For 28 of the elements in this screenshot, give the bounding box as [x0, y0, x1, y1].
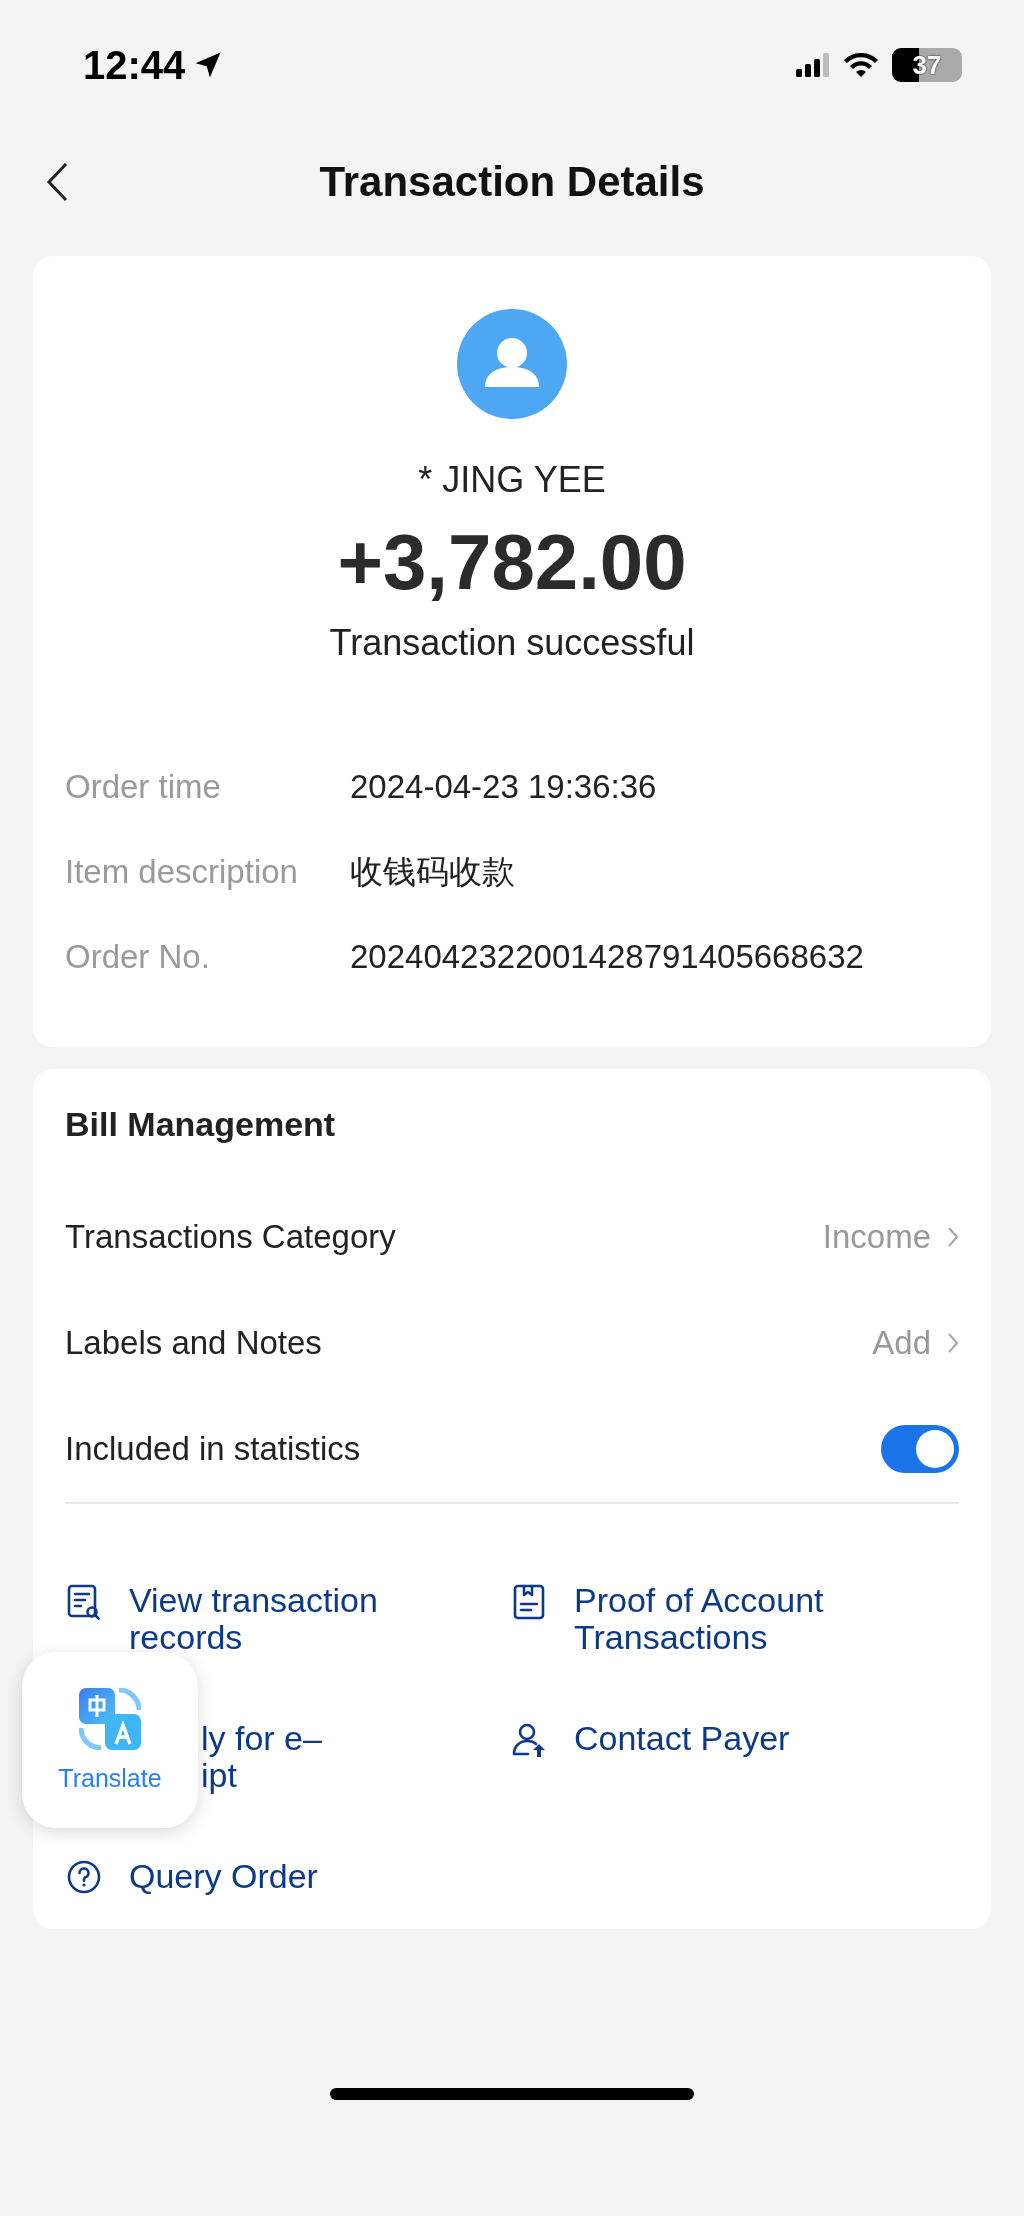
avatar-icon: [457, 309, 567, 419]
detail-label: Item description: [65, 852, 299, 892]
document-search-icon[interactable]: [65, 1582, 103, 1620]
page-title: Transaction Details: [319, 158, 705, 206]
action-link[interactable]: Contact Payer: [574, 1720, 790, 1757]
row-label: Transactions Category: [65, 1218, 396, 1256]
payer-name: * JING YEE: [418, 459, 606, 501]
detail-value: 收钱码收款: [350, 852, 516, 892]
toggle-switch[interactable]: [881, 1425, 959, 1473]
action-link[interactable]: Query Order: [129, 1858, 318, 1895]
help-icon[interactable]: [65, 1858, 103, 1896]
detail-value: 2024-04-23 19:36:36: [350, 767, 658, 807]
action-link[interactable]: ly for e– ipt: [201, 1720, 322, 1794]
translate-icon: [79, 1687, 141, 1750]
section-title: Bill Management: [65, 1105, 337, 1144]
back-icon[interactable]: [46, 162, 68, 202]
detail-label: Order time: [65, 767, 222, 807]
row-label: Labels and Notes: [65, 1324, 322, 1362]
detail-value: 2024042322001428791405668632: [350, 937, 865, 977]
action-link[interactable]: Proof of Account Transactions: [574, 1582, 824, 1656]
signal-icon: [796, 53, 830, 77]
detail-label: Order No.: [65, 937, 211, 977]
translate-button[interactable]: Translate: [22, 1652, 198, 1828]
wifi-icon: [844, 53, 878, 77]
transaction-status: Transaction successful: [329, 622, 695, 664]
row-label: Included in statistics: [65, 1430, 361, 1468]
amount: +3,782.00: [337, 517, 687, 608]
clock-time: 12:44: [83, 42, 186, 88]
